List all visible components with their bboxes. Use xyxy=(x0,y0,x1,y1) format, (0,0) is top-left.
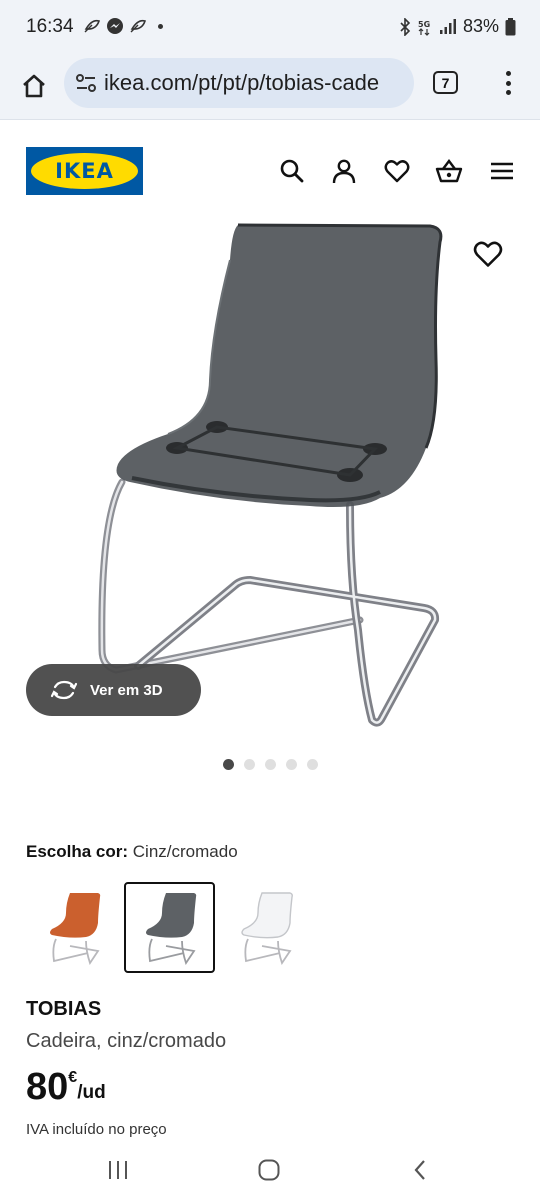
chair-thumbnail xyxy=(49,892,100,965)
status-time: 16:34 xyxy=(26,16,74,37)
vat-note: IVA incluído no preço xyxy=(26,1121,167,1138)
recent-apps-icon xyxy=(109,1161,127,1179)
messenger-icon xyxy=(107,18,123,34)
logo-text: IKEA xyxy=(55,159,114,183)
recent-apps-button[interactable] xyxy=(98,1158,138,1182)
signal-icon xyxy=(439,18,456,34)
back-icon xyxy=(414,1160,425,1180)
price-unit: /ud xyxy=(77,1082,106,1103)
browser-menu-button[interactable] xyxy=(498,68,518,98)
price-integer: 80 xyxy=(26,1066,69,1108)
color-label: Escolha cor: xyxy=(26,842,129,861)
product-description: Cadeira, cinz/cromado xyxy=(26,1030,227,1052)
gallery-dot[interactable] xyxy=(244,759,255,770)
view-3d-label: Ver em 3D xyxy=(90,681,163,699)
chair-thumbnail xyxy=(240,891,293,965)
system-nav-bar xyxy=(0,1140,540,1200)
home-nav-button[interactable] xyxy=(249,1158,289,1182)
swatch-grey[interactable] xyxy=(124,882,215,973)
main-menu-button[interactable] xyxy=(487,156,517,186)
dot-icon xyxy=(158,23,163,29)
home-circle-icon xyxy=(258,1159,280,1181)
product-name: TOBIAS xyxy=(26,998,102,1020)
url-text: ikea.com/pt/pt/p/tobias-cade xyxy=(104,70,380,95)
tab-switcher-button[interactable]: 7 xyxy=(433,71,458,94)
battery-icon xyxy=(505,17,516,35)
color-choice-row: Escolha cor: Cinz/cromado xyxy=(26,842,238,862)
hamburger-icon xyxy=(491,162,513,180)
home-button[interactable] xyxy=(16,68,52,104)
bluetooth-icon xyxy=(400,17,411,36)
logo-oval: IKEA xyxy=(31,153,138,189)
ikea-logo[interactable]: IKEA xyxy=(26,147,143,195)
favourites-button[interactable] xyxy=(382,156,412,186)
leaf-icon xyxy=(84,19,100,33)
price-currency: € xyxy=(68,1069,78,1086)
product-image[interactable] xyxy=(60,220,460,740)
menu-dot xyxy=(505,90,511,95)
site-settings-icon[interactable] xyxy=(74,71,98,95)
menu-dot xyxy=(505,71,511,76)
leaf-icon xyxy=(130,19,146,33)
gallery-dot[interactable] xyxy=(286,759,297,770)
search-icon xyxy=(280,159,304,183)
view-3d-button[interactable]: Ver em 3D xyxy=(26,664,201,716)
rotate-3d-icon xyxy=(50,680,78,700)
color-value: Cinz/cromado xyxy=(132,842,238,861)
browser-toolbar: ikea.com/pt/pt/p/tobias-cade 7 xyxy=(0,56,540,120)
chair-thumbnail xyxy=(145,892,196,965)
gallery-dot[interactable] xyxy=(265,759,276,770)
menu-dot xyxy=(505,80,511,86)
gallery-dot[interactable] xyxy=(223,759,234,770)
gallery-pagination xyxy=(223,759,318,770)
account-button[interactable] xyxy=(329,156,359,186)
product-price: 80 € /ud xyxy=(26,1067,106,1107)
heart-icon xyxy=(473,241,503,267)
heart-icon xyxy=(384,160,410,183)
product-favourite-button[interactable] xyxy=(473,240,503,270)
back-button[interactable] xyxy=(400,1158,440,1182)
battery-percent: 83% xyxy=(462,16,499,36)
address-bar[interactable]: ikea.com/pt/pt/p/tobias-cade xyxy=(64,58,414,108)
home-icon xyxy=(23,74,45,98)
swatch-transparent[interactable] xyxy=(220,882,311,973)
svg-text:5G: 5G xyxy=(418,20,430,29)
5g-icon: 5G xyxy=(418,20,430,36)
search-button[interactable] xyxy=(277,156,307,186)
status-right: 5G 83% xyxy=(399,16,516,37)
swatch-orange[interactable] xyxy=(28,882,119,973)
basket-button[interactable] xyxy=(434,156,464,186)
status-bar: 16:34 5G 83% xyxy=(0,0,540,56)
gallery-dot[interactable] xyxy=(307,759,318,770)
notification-icons xyxy=(84,17,163,35)
basket-icon xyxy=(435,159,463,183)
user-icon xyxy=(332,159,356,184)
